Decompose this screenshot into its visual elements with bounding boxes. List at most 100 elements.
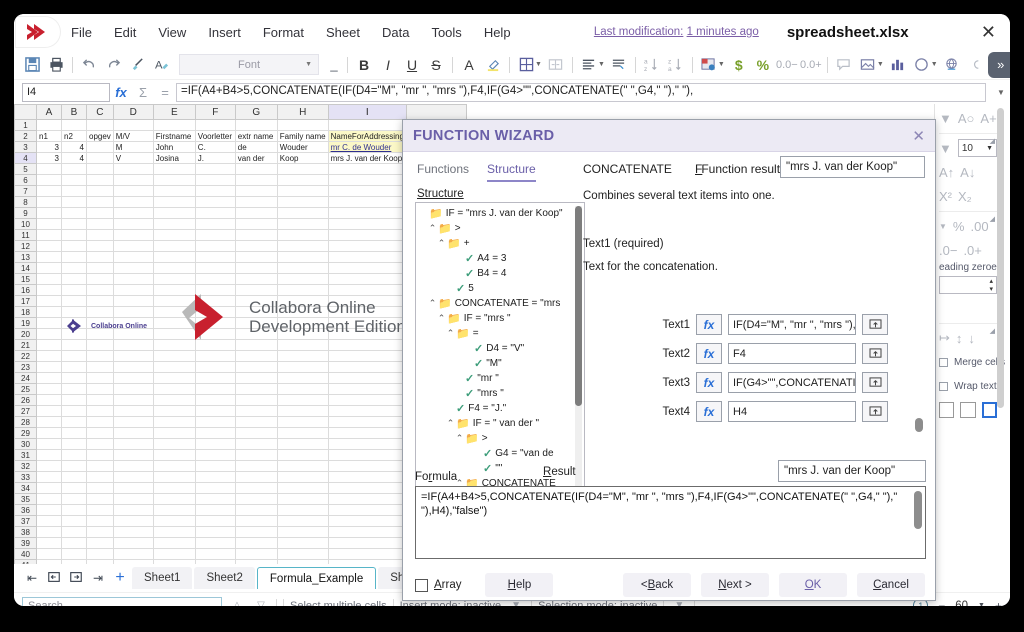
- cell-D35[interactable]: [112, 493, 154, 505]
- cell-I33[interactable]: [327, 471, 407, 483]
- cell-C10[interactable]: [86, 218, 114, 230]
- cell-E22[interactable]: [152, 350, 196, 362]
- toolbar-overflow-icon[interactable]: »: [987, 51, 1010, 78]
- cell-H9[interactable]: [276, 207, 329, 219]
- insert-hyperlink-icon[interactable]: [941, 54, 963, 76]
- cell-B19[interactable]: [61, 317, 87, 329]
- cell-D26[interactable]: [112, 394, 154, 406]
- column-header-j[interactable]: [405, 104, 467, 120]
- delete-decimal-icon[interactable]: .0+: [963, 243, 981, 258]
- tree-node[interactable]: 📁 IF = "mrs J. van der Koop": [418, 206, 574, 221]
- chevron-down-icon[interactable]: ▼: [931, 61, 938, 68]
- cell-H2[interactable]: Family name: [276, 130, 329, 142]
- cell-C25[interactable]: [86, 383, 114, 395]
- cell-H35[interactable]: [276, 493, 329, 505]
- cell-H34[interactable]: [276, 482, 329, 494]
- collapse-icon[interactable]: ⌃: [427, 298, 438, 309]
- cell-I31[interactable]: [327, 449, 407, 461]
- chevron-down-icon[interactable]: ▼: [939, 111, 952, 126]
- row-header-3[interactable]: 3: [14, 141, 37, 153]
- cell-C35[interactable]: [86, 493, 114, 505]
- cell-F19[interactable]: [194, 317, 236, 329]
- arguments-scrollbar[interactable]: [915, 418, 923, 432]
- cell-E11[interactable]: [152, 229, 196, 241]
- cell-C1[interactable]: [86, 119, 114, 131]
- collapse-icon[interactable]: ⌃: [445, 418, 456, 429]
- cell-G12[interactable]: [234, 240, 278, 252]
- cell-H13[interactable]: [276, 251, 329, 263]
- row-header-12[interactable]: 12: [14, 240, 37, 252]
- cell-B2[interactable]: n2: [61, 130, 87, 142]
- row-header-29[interactable]: 29: [14, 427, 37, 439]
- cell-D3[interactable]: M: [112, 141, 154, 153]
- tree-node[interactable]: ✓G4 = "van de: [418, 446, 574, 461]
- merge-cells-icon[interactable]: [545, 54, 567, 76]
- tab-functions[interactable]: Functions: [417, 162, 469, 182]
- column-header-e[interactable]: E: [152, 104, 196, 120]
- cell-C36[interactable]: [86, 504, 114, 516]
- borders-icon[interactable]: [515, 54, 537, 76]
- menu-format[interactable]: Format: [252, 21, 315, 44]
- delete-decimal-icon[interactable]: 0.0+: [800, 54, 822, 76]
- cell-D18[interactable]: [112, 306, 154, 318]
- cell-F23[interactable]: [194, 361, 236, 373]
- bold-icon[interactable]: B: [353, 54, 375, 76]
- cell-D20[interactable]: [112, 328, 154, 340]
- cell-B15[interactable]: [61, 273, 87, 285]
- cell-G2[interactable]: extr name: [234, 130, 278, 142]
- cell-C11[interactable]: [86, 229, 114, 241]
- cell-I24[interactable]: [327, 372, 407, 384]
- cell-I30[interactable]: [327, 438, 407, 450]
- cell-G37[interactable]: [234, 515, 278, 527]
- cell-A19[interactable]: [36, 317, 62, 329]
- chevron-down-icon[interactable]: ▽: [252, 600, 270, 606]
- cell-I20[interactable]: [327, 328, 407, 340]
- cell-C6[interactable]: [86, 174, 114, 186]
- cell-H36[interactable]: [276, 504, 329, 516]
- tree-node[interactable]: ✓ A4 = 3: [418, 251, 574, 266]
- cell-C27[interactable]: [86, 405, 114, 417]
- cell-C30[interactable]: [86, 438, 114, 450]
- cell-D6[interactable]: [112, 174, 154, 186]
- sidebar-row-wrap[interactable]: Wrap text: [939, 374, 997, 398]
- cell-C13[interactable]: [86, 251, 114, 263]
- row-header-8[interactable]: 8: [14, 196, 37, 208]
- cell-I40[interactable]: [327, 548, 407, 560]
- cell-E17[interactable]: [152, 295, 196, 307]
- cell-D39[interactable]: [112, 537, 154, 549]
- cell-I23[interactable]: [327, 361, 407, 373]
- cell-E8[interactable]: [152, 196, 196, 208]
- cell-B6[interactable]: [61, 174, 87, 186]
- cell-A10[interactable]: [36, 218, 62, 230]
- row-header-33[interactable]: 33: [14, 471, 37, 483]
- column-header-f[interactable]: F: [194, 104, 236, 120]
- cell-C15[interactable]: [86, 273, 114, 285]
- cell-I26[interactable]: [327, 394, 407, 406]
- row-header-2[interactable]: 2: [14, 130, 37, 142]
- cell-H37[interactable]: [276, 515, 329, 527]
- cell-B31[interactable]: [61, 449, 87, 461]
- cell-I25[interactable]: [327, 383, 407, 395]
- highlight-color-icon[interactable]: [482, 54, 504, 76]
- equals-icon[interactable]: =: [154, 85, 176, 100]
- cell-H16[interactable]: [276, 284, 329, 296]
- cell-F38[interactable]: [194, 526, 236, 538]
- cell-G39[interactable]: [234, 537, 278, 549]
- cell-E1[interactable]: [152, 119, 196, 131]
- arg-function-icon-text1[interactable]: fx: [696, 314, 722, 335]
- cell-B34[interactable]: [61, 482, 87, 494]
- cell-E31[interactable]: [152, 449, 196, 461]
- tree-node[interactable]: ✓ F4 = "J.": [418, 401, 574, 416]
- cell-D40[interactable]: [112, 548, 154, 560]
- cell-G18[interactable]: [234, 306, 278, 318]
- cell-H17[interactable]: [276, 295, 329, 307]
- cell-G35[interactable]: [234, 493, 278, 505]
- cell-I35[interactable]: [327, 493, 407, 505]
- strikethrough-icon[interactable]: S: [425, 54, 447, 76]
- cell-E12[interactable]: [152, 240, 196, 252]
- sort-ascending-icon[interactable]: az: [641, 54, 663, 76]
- cell-H21[interactable]: [276, 339, 329, 351]
- arg-shrink-icon-text1[interactable]: [862, 314, 888, 335]
- cell-G1[interactable]: [234, 119, 278, 131]
- chevron-down-icon[interactable]: ▼: [305, 61, 312, 68]
